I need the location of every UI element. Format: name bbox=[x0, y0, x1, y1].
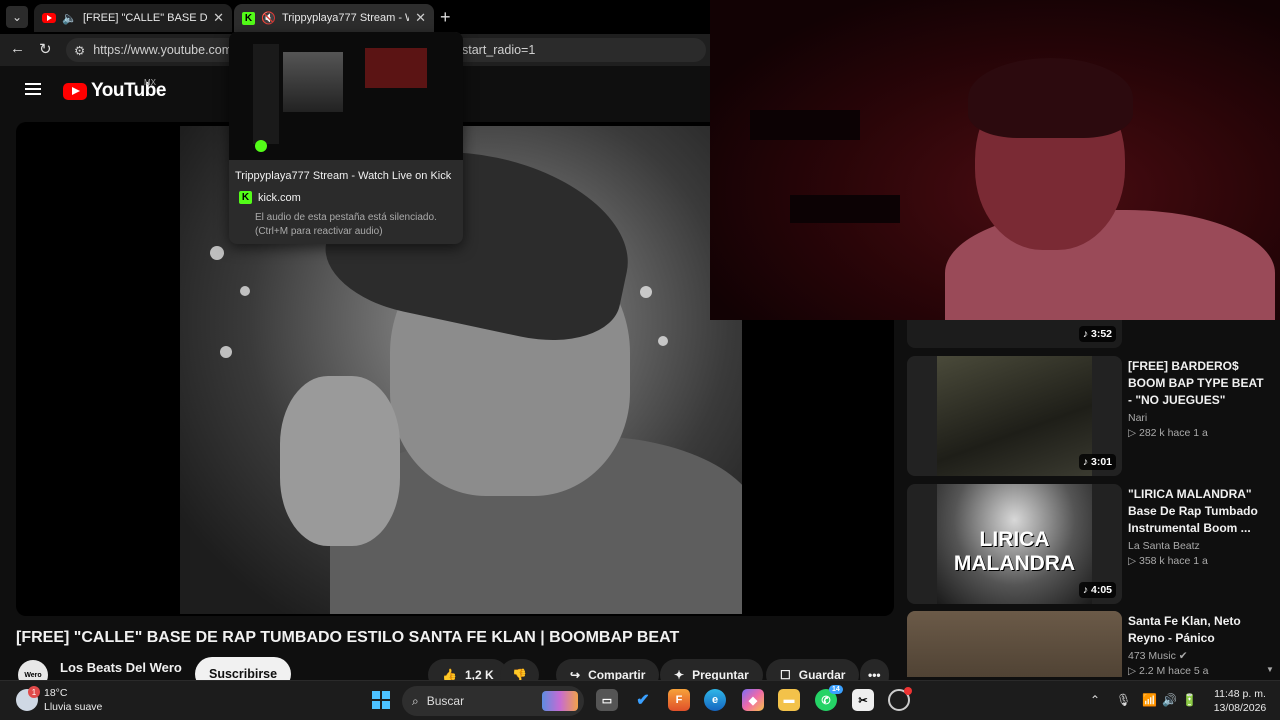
recommendation-channel: 473 Music ✔ bbox=[1128, 650, 1188, 662]
weather-desc: Lluvia suave bbox=[44, 701, 103, 713]
address-text: https://www.youtube.com/ bbox=[93, 43, 236, 57]
microphone-icon[interactable]: 🎙 bbox=[1116, 693, 1131, 707]
search-label: Buscar bbox=[426, 694, 465, 708]
thumbnail-text: LIRICA MALANDRA bbox=[953, 528, 1076, 575]
recommendation-title: Santa Fe Klan, Neto Reyno - Pánico bbox=[1128, 614, 1241, 645]
preview-site-text: kick.com bbox=[258, 191, 301, 204]
recommendation-channel: Nari bbox=[1128, 412, 1148, 424]
recommendation-meta: ▷ 358 k hace 1 a bbox=[1128, 555, 1208, 567]
avatar-text: Wero bbox=[24, 671, 42, 679]
close-icon[interactable]: ✕ bbox=[415, 10, 426, 26]
recommendation-channel: La Santa Beatz bbox=[1128, 540, 1200, 552]
task-view-icon[interactable]: ▭ bbox=[596, 689, 618, 711]
screen: ⌄ 🔈 [FREE] "CALLE" BASE DE RAP TUMBADO ✕… bbox=[0, 0, 1280, 720]
clock-time: 11:48 p. m. bbox=[1214, 688, 1266, 700]
tab-title: Trippyplaya777 Stream - Watch Live on Ki… bbox=[281, 12, 409, 24]
recommendation-thumbnail bbox=[907, 611, 1122, 677]
kick-favicon-icon: K bbox=[242, 11, 255, 25]
windows-start-icon[interactable] bbox=[372, 691, 390, 709]
menu-icon[interactable] bbox=[25, 83, 41, 95]
duration-badge: ♪ 4:05 bbox=[1078, 582, 1116, 598]
file-explorer-icon[interactable]: ▬ bbox=[778, 689, 800, 711]
tab-preview-thumbnail bbox=[229, 32, 463, 160]
recommendation-item[interactable]: LIRICA MALANDRA ♪ 4:05 "LIRICA MALANDRA"… bbox=[907, 484, 1277, 604]
obs-record-icon[interactable] bbox=[888, 687, 912, 711]
recommendation-info: Santa Fe Klan, Neto Reyno - Pánico 473 M… bbox=[1128, 613, 1268, 677]
weather-cloud-icon: 1 bbox=[16, 686, 40, 711]
recommendation-title: "LIRICA MALANDRA" Base De Rap Tumbado In… bbox=[1128, 487, 1258, 535]
recommendation-info: [FREE] BARDERO$ BOOM BAP TYPE BEAT - "NO… bbox=[1128, 358, 1268, 439]
address-tail-text: start_radio=1 bbox=[462, 43, 536, 57]
youtube-favicon-icon bbox=[42, 13, 56, 23]
tab-kick[interactable]: K 🔇 Trippyplaya777 Stream - Watch Live o… bbox=[234, 4, 434, 32]
duration-badge: ♪ 3:01 bbox=[1078, 454, 1116, 470]
tab-search-button[interactable]: ⌄ bbox=[6, 6, 28, 28]
clock[interactable]: 11:48 p. m. 13/08/2026 bbox=[1208, 687, 1272, 715]
weather-badge: 1 bbox=[28, 686, 40, 698]
capcut-icon[interactable]: ✂ bbox=[852, 689, 874, 711]
new-tab-plus-icon[interactable]: + bbox=[440, 7, 451, 28]
duration-badge: ♪ 3:52 bbox=[1078, 326, 1116, 342]
muted-line-2: (Ctrl+M para reactivar audio) bbox=[255, 226, 383, 237]
recommendation-title: [FREE] BARDERO$ BOOM BAP TYPE BEAT - "NO… bbox=[1128, 359, 1264, 407]
recommendation-item[interactable]: ♪ 3:01 [FREE] BARDERO$ BOOM BAP TYPE BEA… bbox=[907, 356, 1277, 476]
webcam-overlay bbox=[710, 0, 1280, 320]
scroll-down-arrow-icon[interactable]: ▼ bbox=[1266, 665, 1274, 674]
video-title: [FREE] "CALLE" BASE DE RAP TUMBADO ESTIL… bbox=[16, 629, 680, 646]
channel-name[interactable]: Los Beats Del Wero bbox=[60, 660, 182, 675]
preview-muted-notice: El audio de esta pestaña está silenciado… bbox=[255, 211, 455, 239]
back-arrow-icon[interactable]: ← bbox=[10, 40, 25, 57]
copilot-icon[interactable]: ◆ bbox=[742, 689, 764, 711]
recommendation-info: "LIRICA MALANDRA" Base De Rap Tumbado In… bbox=[1128, 486, 1268, 567]
reload-icon[interactable]: ↻ bbox=[39, 40, 52, 58]
weather-temp: 18°C bbox=[44, 687, 68, 699]
tab-title: [FREE] "CALLE" BASE DE RAP TUMBADO bbox=[82, 12, 208, 24]
tab-hover-preview: Trippyplaya777 Stream - Watch Live on Ki… bbox=[229, 32, 463, 244]
chevron-down-icon: ⌄ bbox=[11, 10, 23, 24]
recommendation-thumbnail-partial[interactable]: ♪ 3:52 bbox=[907, 320, 1122, 348]
weather-widget[interactable]: 1 18°C Lluvia suave bbox=[16, 686, 102, 714]
recommendation-meta: ▷ 282 k hace 1 a bbox=[1128, 427, 1208, 439]
recommendation-item[interactable]: Santa Fe Klan, Neto Reyno - Pánico 473 M… bbox=[907, 611, 1277, 677]
kick-favicon-icon: K bbox=[239, 191, 252, 204]
clock-date: 13/08/2026 bbox=[1213, 702, 1267, 714]
fl-studio-icon[interactable]: F bbox=[668, 689, 690, 711]
search-icon: ⌕ bbox=[412, 693, 419, 708]
search-highlight-icon bbox=[542, 691, 578, 711]
youtube-play-icon bbox=[63, 82, 87, 100]
volume-icon[interactable]: 🔊 bbox=[1162, 693, 1177, 707]
whatsapp-badge: 14 bbox=[829, 685, 843, 694]
battery-icon[interactable]: 🔋 bbox=[1182, 693, 1197, 707]
preview-title: Trippyplaya777 Stream - Watch Live on Ki… bbox=[235, 170, 452, 182]
taskbar-search[interactable]: ⌕ Buscar bbox=[402, 686, 584, 716]
site-info-icon[interactable]: ⚙ bbox=[74, 43, 85, 58]
tab-youtube[interactable]: 🔈 [FREE] "CALLE" BASE DE RAP TUMBADO ✕ bbox=[34, 4, 232, 32]
chevron-up-icon[interactable]: ⌃ bbox=[1090, 693, 1100, 707]
tab-strip: ⌄ 🔈 [FREE] "CALLE" BASE DE RAP TUMBADO ✕… bbox=[0, 0, 710, 34]
preview-site: K kick.com bbox=[239, 191, 301, 204]
taskbar: 1 18°C Lluvia suave ⌕ Buscar ▭ ✔ F e ◆ ▬… bbox=[0, 680, 1280, 720]
todo-check-icon[interactable]: ✔ bbox=[632, 689, 654, 711]
edge-browser-icon[interactable]: e bbox=[704, 689, 726, 711]
recommendation-thumbnail: ♪ 3:01 bbox=[907, 356, 1122, 476]
muted-speaker-icon[interactable]: 🔇 bbox=[261, 11, 276, 25]
country-code: MX bbox=[144, 78, 156, 87]
muted-line-1: El audio de esta pestaña está silenciado… bbox=[255, 212, 437, 223]
recommendation-meta: ▷ 2.2 M hace 5 a bbox=[1128, 665, 1209, 677]
recommendation-thumbnail: LIRICA MALANDRA ♪ 4:05 bbox=[907, 484, 1122, 604]
wifi-icon[interactable]: 📶 bbox=[1142, 693, 1157, 707]
speaker-icon[interactable]: 🔈 bbox=[62, 11, 77, 25]
whatsapp-icon[interactable]: ✆ 14 bbox=[815, 685, 843, 711]
close-icon[interactable]: ✕ bbox=[213, 10, 224, 26]
